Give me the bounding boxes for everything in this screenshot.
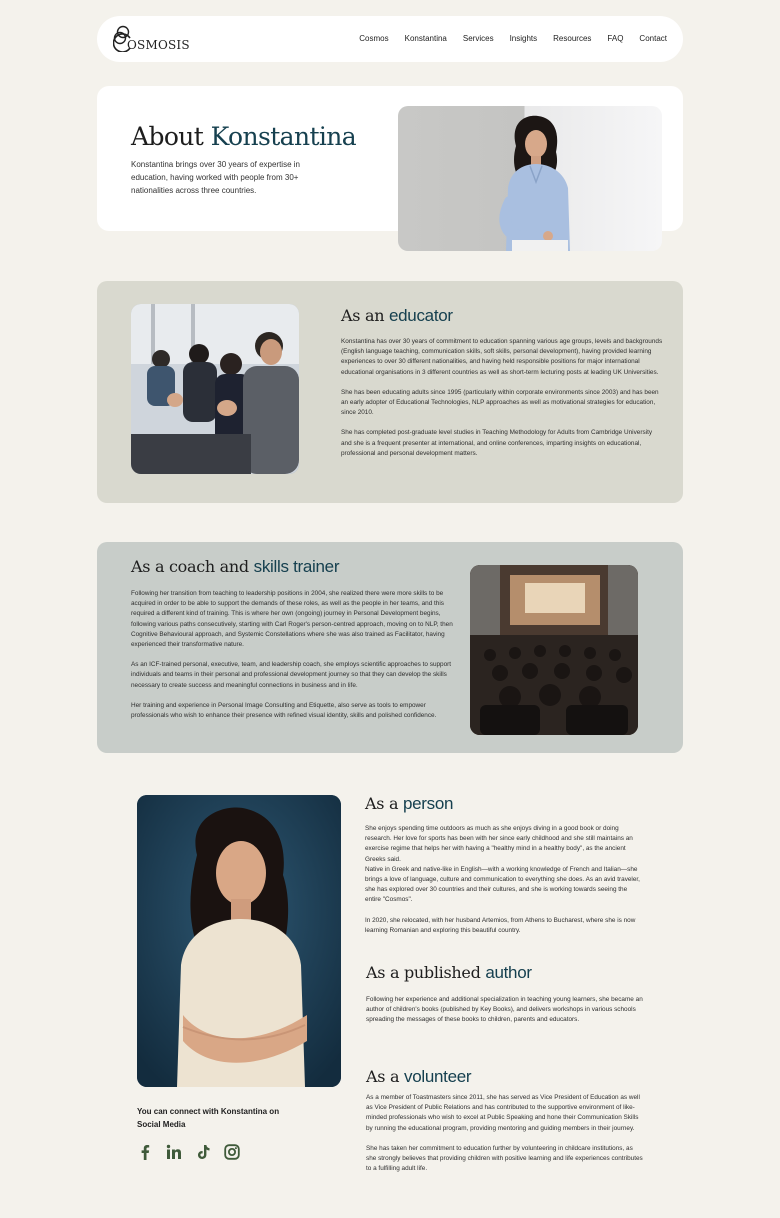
instagram-icon[interactable] — [224, 1144, 240, 1160]
site-header: OSMOSIS Cosmos Konstantina Services Insi… — [97, 16, 683, 62]
social-label: You can connect with Konstantina on Soci… — [137, 1107, 280, 1129]
nav-item-faq[interactable]: FAQ — [607, 34, 623, 43]
author-paragraph: Following her experience and additional … — [366, 996, 643, 1024]
educator-paragraph: Konstantina has over 30 years of commitm… — [341, 338, 663, 376]
hero-portrait-photo — [398, 106, 662, 251]
educator-heading-prefix: As an — [341, 306, 385, 325]
author-heading-accent: author — [485, 963, 532, 982]
educator-audience-photo — [131, 304, 299, 474]
volunteer-heading-prefix: As a — [366, 1067, 400, 1086]
linkedin-icon[interactable] — [166, 1144, 182, 1160]
cosmosis-logo[interactable]: OSMOSIS — [113, 24, 190, 54]
educator-heading-accent: educator — [389, 306, 453, 325]
person-paragraph: In 2020, she relocated, with her husband… — [365, 916, 636, 934]
conference-hall-photo — [470, 565, 638, 735]
page-title-prefix: About — [131, 122, 204, 151]
coach-paragraph: As an ICF-trained personal, executive, t… — [131, 661, 452, 689]
coach-paragraph: Following her transition from teaching t… — [131, 590, 453, 649]
volunteer-heading-accent: volunteer — [404, 1067, 472, 1086]
coach-body: Following her transition from teaching t… — [131, 589, 455, 721]
educator-heading: As an educator — [341, 306, 453, 326]
volunteer-paragraph: She has taken her commitment to educatio… — [366, 1144, 643, 1173]
author-body: Following her experience and additional … — [366, 995, 644, 1026]
nav-item-contact[interactable]: Contact — [639, 34, 667, 43]
person-paragraph: She enjoys spending time outdoors as muc… — [365, 825, 640, 904]
konstantina-portrait-photo — [137, 795, 341, 1087]
nav-item-services[interactable]: Services — [463, 34, 494, 43]
page-title-accent: Konstantina — [210, 122, 357, 151]
person-heading-prefix: As a — [365, 794, 399, 813]
coach-heading: As a coach and skills trainer — [131, 557, 340, 577]
educator-paragraph: She has completed post-graduate level st… — [341, 429, 653, 457]
person-heading: As a person — [365, 794, 453, 814]
main-nav: Cosmos Konstantina Services Insights Res… — [359, 34, 667, 43]
nav-item-cosmos[interactable]: Cosmos — [359, 34, 388, 43]
coach-paragraph: Her training and experience in Personal … — [131, 701, 437, 720]
author-heading: As a published author — [366, 963, 532, 983]
volunteer-heading: As a volunteer — [366, 1067, 472, 1087]
facebook-icon[interactable] — [137, 1144, 153, 1160]
coach-heading-prefix: As a coach and — [131, 557, 249, 576]
logo-wordmark: OSMOSIS — [127, 38, 190, 52]
author-heading-prefix: As a published — [366, 963, 481, 982]
nav-item-resources[interactable]: Resources — [553, 34, 591, 43]
educator-body: Konstantina has over 30 years of commitm… — [341, 337, 663, 459]
tiktok-icon[interactable] — [195, 1144, 211, 1160]
coach-heading-accent: skills trainer — [253, 557, 340, 576]
nav-item-konstantina[interactable]: Konstantina — [405, 34, 447, 43]
page-title: About Konstantina — [131, 122, 357, 151]
nav-item-insights[interactable]: Insights — [510, 34, 538, 43]
volunteer-paragraph: As a member of Toastmasters since 2011, … — [366, 1094, 640, 1132]
educator-paragraph: She has been educating adults since 1995… — [341, 388, 659, 417]
person-heading-accent: person — [403, 794, 454, 813]
volunteer-body: As a member of Toastmasters since 2011, … — [366, 1093, 644, 1174]
person-body: She enjoys spending time outdoors as muc… — [365, 824, 643, 936]
hero-intro: Konstantina brings over 30 years of expe… — [131, 160, 300, 195]
social-links — [137, 1144, 240, 1160]
